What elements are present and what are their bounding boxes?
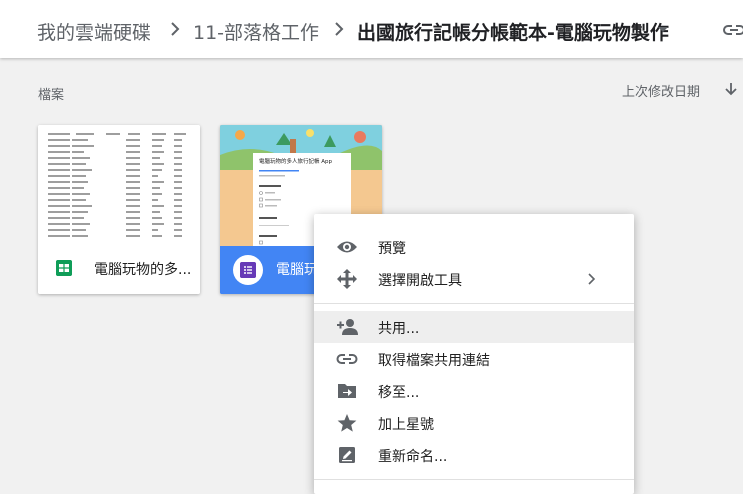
form-preview-title: 電腦玩物的多人旅行記帳 App bbox=[259, 157, 333, 165]
arrow-down-icon[interactable] bbox=[723, 81, 739, 97]
menu-item-open-with[interactable]: 選擇開啟工具 bbox=[314, 263, 634, 295]
menu-item-label: 共用... bbox=[378, 321, 420, 337]
link-icon[interactable] bbox=[722, 20, 743, 40]
rename-icon bbox=[339, 447, 355, 463]
menu-item-share[interactable]: 共用... bbox=[314, 311, 634, 343]
sort-by-modified-button[interactable]: 上次修改日期 bbox=[622, 81, 700, 100]
file-card[interactable]: 電腦玩物的多... bbox=[38, 125, 200, 294]
menu-divider bbox=[314, 479, 634, 480]
chevron-right-icon bbox=[335, 22, 344, 36]
eye-icon bbox=[337, 241, 357, 253]
star-icon bbox=[337, 414, 357, 432]
chevron-down-icon[interactable] bbox=[658, 27, 668, 32]
menu-item-label: 移至... bbox=[378, 385, 420, 401]
menu-item-label: 加上星號 bbox=[378, 417, 434, 433]
menu-item-get-link[interactable]: 取得檔案共用連結 bbox=[314, 343, 634, 375]
menu-item-preview[interactable]: 預覽 bbox=[314, 231, 634, 263]
context-menu: 預覽 選擇開啟工具 共用... 取得檔案共用連結 移至... 加上星號 重新命名… bbox=[314, 214, 634, 494]
file-name: 電腦玩 bbox=[276, 262, 318, 278]
forms-icon bbox=[240, 262, 256, 278]
move-to-folder-icon bbox=[338, 384, 356, 398]
menu-item-add-star[interactable]: 加上星號 bbox=[314, 407, 634, 439]
menu-item-label: 預覽 bbox=[378, 241, 406, 257]
spreadsheet-preview bbox=[48, 133, 186, 237]
menu-item-rename[interactable]: 重新命名... bbox=[314, 439, 634, 471]
add-person-icon bbox=[337, 319, 358, 335]
menu-divider bbox=[314, 303, 634, 304]
sheets-icon bbox=[56, 260, 72, 276]
breadcrumb-bar: 我的雲端硬碟 11-部落格工作 出國旅行記帳分帳範本-電腦玩物製作 bbox=[0, 0, 743, 58]
chevron-right-icon bbox=[171, 22, 180, 36]
files-section-label: 檔案 bbox=[38, 88, 65, 103]
menu-item-label: 重新命名... bbox=[378, 449, 448, 465]
file-name: 電腦玩物的多... bbox=[94, 262, 192, 278]
breadcrumb-current-folder[interactable]: 出國旅行記帳分帳範本-電腦玩物製作 bbox=[357, 18, 669, 45]
menu-item-label: 選擇開啟工具 bbox=[378, 273, 462, 289]
forms-icon-badge bbox=[233, 255, 263, 285]
menu-item-label: 取得檔案共用連結 bbox=[378, 353, 490, 369]
menu-item-move-to[interactable]: 移至... bbox=[314, 375, 634, 407]
chevron-right-icon bbox=[588, 273, 596, 285]
breadcrumb-parent-folder[interactable]: 11-部落格工作 bbox=[193, 18, 319, 45]
move-arrows-icon bbox=[337, 269, 357, 289]
file-card-footer: 電腦玩物的多... bbox=[38, 246, 200, 294]
link-icon bbox=[336, 354, 358, 364]
file-thumbnail bbox=[38, 125, 200, 246]
breadcrumb-my-drive[interactable]: 我的雲端硬碟 bbox=[37, 18, 151, 45]
